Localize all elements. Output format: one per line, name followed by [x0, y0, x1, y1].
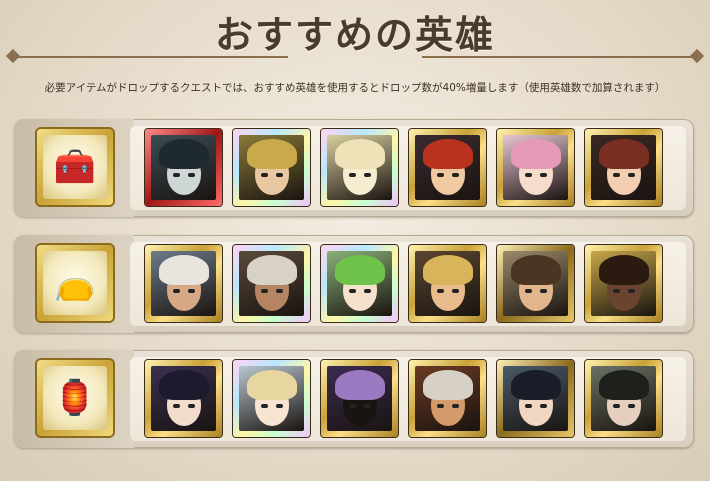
hero-portrait-hero-15[interactable]: [321, 360, 398, 437]
hero-row-3: 🏮: [14, 350, 694, 448]
hero-face: [327, 366, 392, 431]
hero-face: [415, 366, 480, 431]
hero-face: [239, 251, 304, 316]
hero-portrait-hero-13[interactable]: [145, 360, 222, 437]
hero-face: [239, 366, 304, 431]
hero-portrait-hero-6[interactable]: [585, 129, 662, 206]
hero-row-1: 🧰: [14, 119, 694, 217]
hero-face: [151, 251, 216, 316]
pouch-icon: 👝: [43, 251, 107, 315]
hero-face: [503, 366, 568, 431]
required-item-slot[interactable]: 🏮: [37, 360, 113, 436]
hero-portrait-hero-4[interactable]: [409, 129, 486, 206]
required-item-slot[interactable]: 👝: [37, 245, 113, 321]
hero-portrait-hero-5[interactable]: [497, 129, 574, 206]
hero-portrait-hero-10[interactable]: [409, 245, 486, 322]
treasure-box-icon: 🧰: [43, 135, 107, 199]
bonus-description: 必要アイテムがドロップするクエストでは、おすすめ英雄を使用するとドロップ数が40…: [44, 82, 666, 94]
charm-bag-icon: 🏮: [43, 366, 107, 430]
hero-face: [151, 135, 216, 200]
hero-face: [239, 135, 304, 200]
hero-portrait-hero-14[interactable]: [233, 360, 310, 437]
hero-portrait-hero-9[interactable]: [321, 245, 398, 322]
hero-portrait-hero-12[interactable]: [585, 245, 662, 322]
hero-face: [591, 251, 656, 316]
hero-face: [327, 251, 392, 316]
hero-portrait-hero-2[interactable]: [233, 129, 310, 206]
hero-row-2: 👝: [14, 235, 694, 333]
hero-face: [327, 135, 392, 200]
hero-face: [415, 251, 480, 316]
hero-portrait-hero-16[interactable]: [409, 360, 486, 437]
hero-face: [151, 366, 216, 431]
required-item-slot[interactable]: 🧰: [37, 129, 113, 205]
hero-portrait-hero-3[interactable]: [321, 129, 398, 206]
hero-face: [591, 135, 656, 200]
hero-portrait-hero-11[interactable]: [497, 245, 574, 322]
hero-portrait-hero-18[interactable]: [585, 360, 662, 437]
title-ornament: [0, 48, 710, 64]
hero-portrait-hero-17[interactable]: [497, 360, 574, 437]
hero-portrait-hero-8[interactable]: [233, 245, 310, 322]
hero-face: [503, 251, 568, 316]
hero-portrait-hero-7[interactable]: [145, 245, 222, 322]
hero-face: [591, 366, 656, 431]
hero-face: [503, 135, 568, 200]
hero-portrait-hero-1[interactable]: [145, 129, 222, 206]
hero-face: [415, 135, 480, 200]
